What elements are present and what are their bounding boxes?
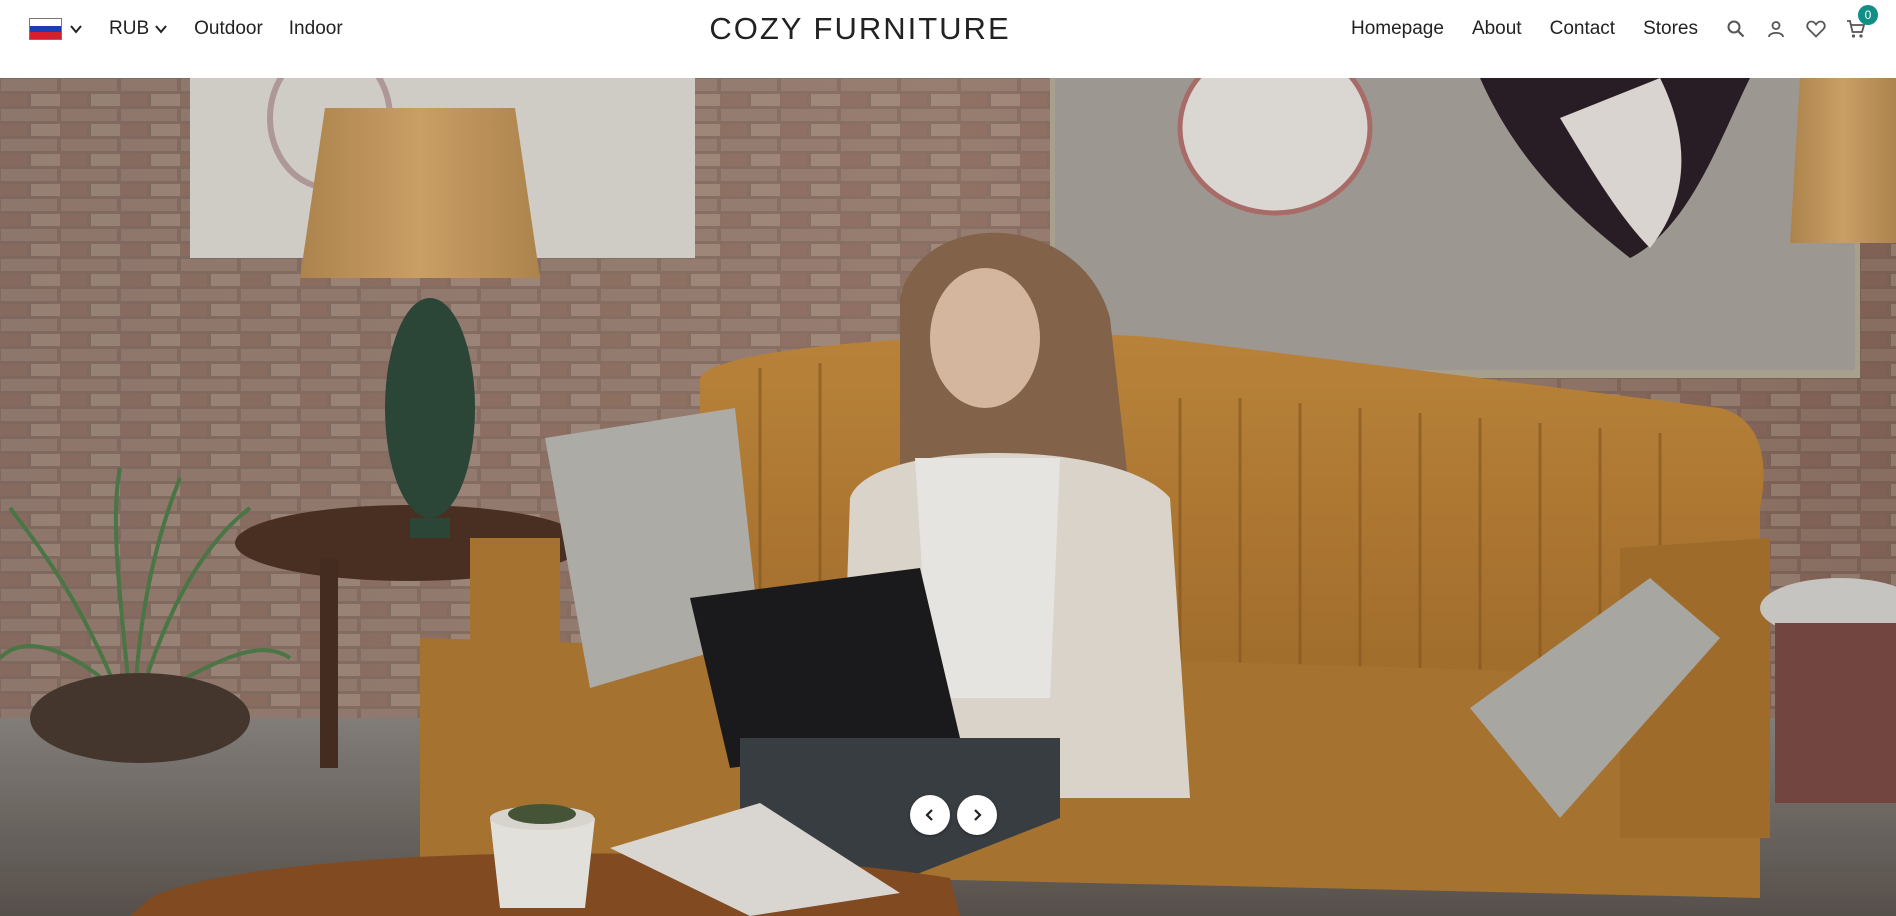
slider-prev-button[interactable] — [910, 795, 950, 835]
header-icons: 0 — [1726, 5, 1878, 39]
slider-next-button[interactable] — [957, 795, 997, 835]
nav-stores-link[interactable]: Stores — [1643, 18, 1698, 40]
nav-contact-link[interactable]: Contact — [1550, 18, 1615, 40]
cart-button[interactable]: 0 — [1846, 5, 1878, 39]
cart-count-badge: 0 — [1858, 5, 1878, 25]
chevron-right-icon — [974, 809, 982, 821]
account-button[interactable] — [1766, 19, 1786, 39]
slider-controls — [910, 795, 997, 835]
nav-about-link[interactable]: About — [1472, 18, 1522, 40]
account-icon — [1768, 21, 1784, 38]
nav-homepage-link[interactable]: Homepage — [1351, 18, 1444, 40]
header-right-group: Homepage About Contact Stores 0 — [1351, 0, 1878, 58]
hero-image — [0, 78, 1896, 916]
wishlist-button[interactable] — [1806, 19, 1826, 39]
search-icon — [1727, 20, 1745, 38]
hero-slider — [0, 78, 1896, 916]
wishlist-icon — [1806, 20, 1826, 38]
main-nav: Homepage About Contact Stores — [1351, 18, 1698, 40]
chevron-left-icon — [925, 809, 933, 821]
search-button[interactable] — [1726, 19, 1746, 39]
site-header: RUB Outdoor Indoor COZY FURNITURE Homepa… — [0, 0, 1896, 78]
